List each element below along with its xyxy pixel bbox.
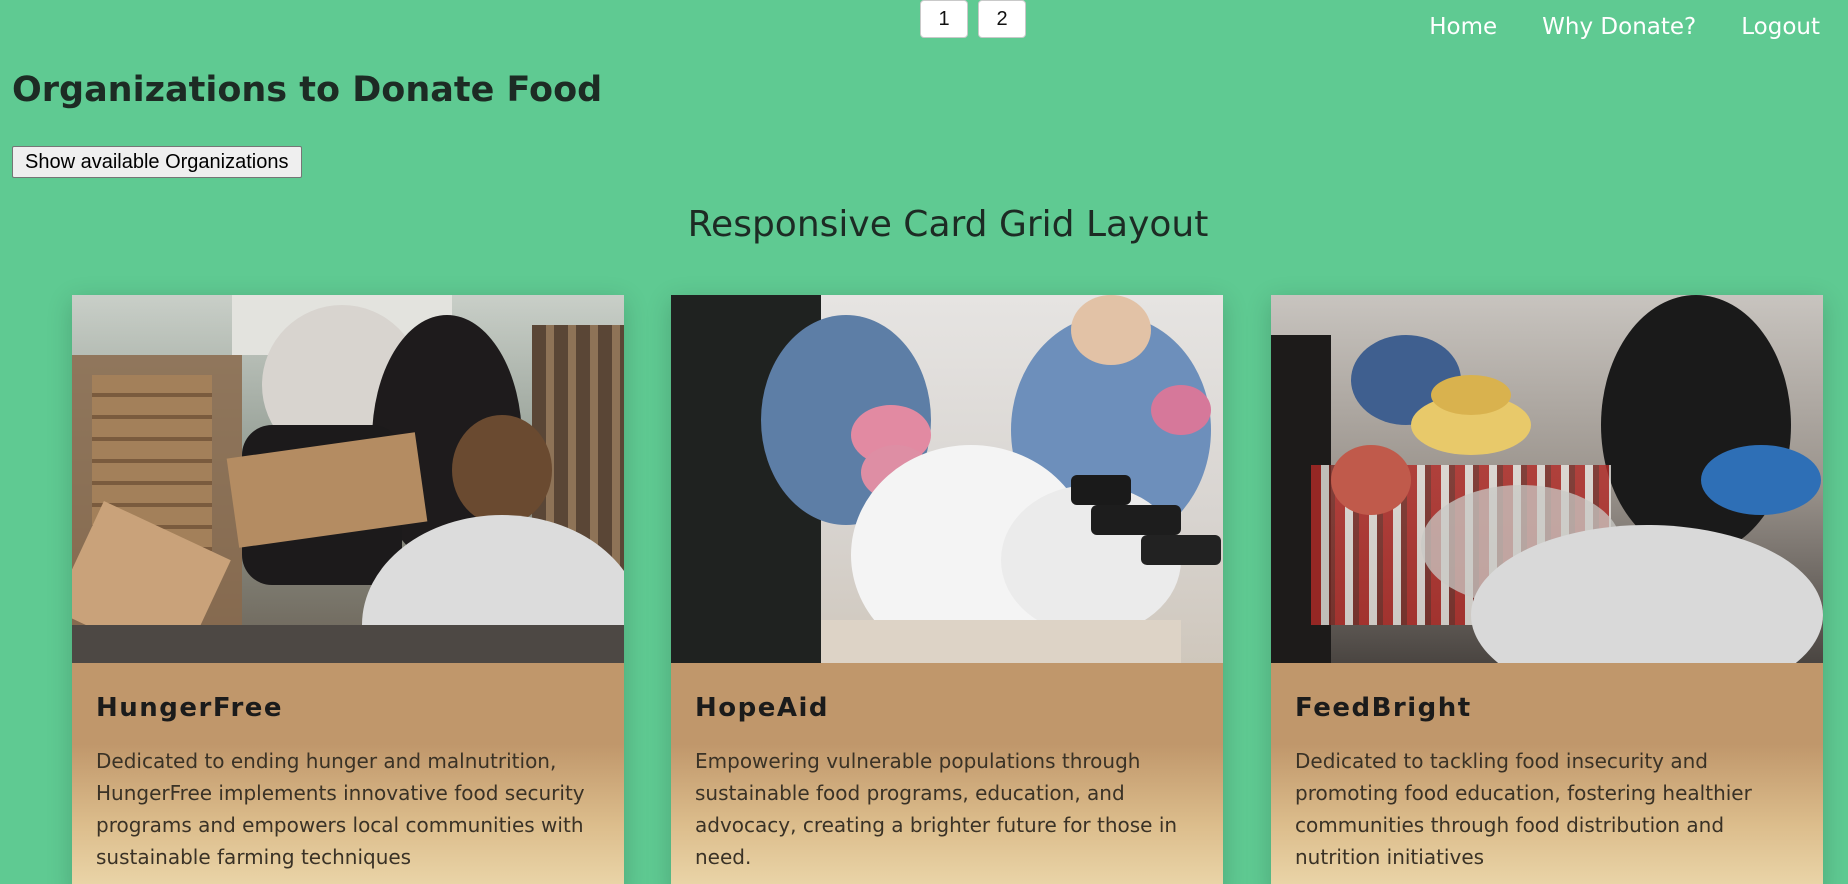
card-image-food-table xyxy=(1271,295,1823,663)
card-body: FeedBright Dedicated to tackling food in… xyxy=(1271,663,1823,884)
page-2-button[interactable]: 2 xyxy=(978,0,1026,38)
card-image-volunteers-boxes xyxy=(72,295,624,663)
card-description: Empowering vulnerable populations throug… xyxy=(695,749,1178,869)
pagination: 1 2 xyxy=(920,0,1026,38)
card-description: Dedicated to tackling food insecurity an… xyxy=(1295,749,1752,869)
card-feedbright[interactable]: FeedBright Dedicated to tackling food in… xyxy=(1271,295,1823,884)
nav-why-donate-link[interactable]: Why Donate? xyxy=(1542,14,1696,40)
card-image-food-bags xyxy=(671,295,1223,663)
card-hopeaid[interactable]: HopeAid Empowering vulnerable population… xyxy=(671,295,1223,884)
card-description: Dedicated to ending hunger and malnutrit… xyxy=(96,749,585,869)
card-body: HungerFree Dedicated to ending hunger an… xyxy=(72,663,624,884)
card-title: FeedBright xyxy=(1295,693,1472,723)
card-title: HopeAid xyxy=(695,693,830,723)
nav-logout-link[interactable]: Logout xyxy=(1741,14,1820,40)
page-title: Organizations to Donate Food xyxy=(12,70,603,110)
section-title: Responsive Card Grid Layout xyxy=(687,204,1209,245)
card-title: HungerFree xyxy=(96,693,284,723)
page-1-button[interactable]: 1 xyxy=(920,0,968,38)
card-body: HopeAid Empowering vulnerable population… xyxy=(671,663,1223,884)
page: 1 2 Home Why Donate? Logout Organization… xyxy=(0,0,1848,884)
top-nav: Home Why Donate? Logout xyxy=(1429,14,1820,40)
nav-home-link[interactable]: Home xyxy=(1429,14,1497,40)
card-hungerfree[interactable]: HungerFree Dedicated to ending hunger an… xyxy=(72,295,624,884)
show-organizations-button[interactable]: Show available Organizations xyxy=(12,146,302,178)
